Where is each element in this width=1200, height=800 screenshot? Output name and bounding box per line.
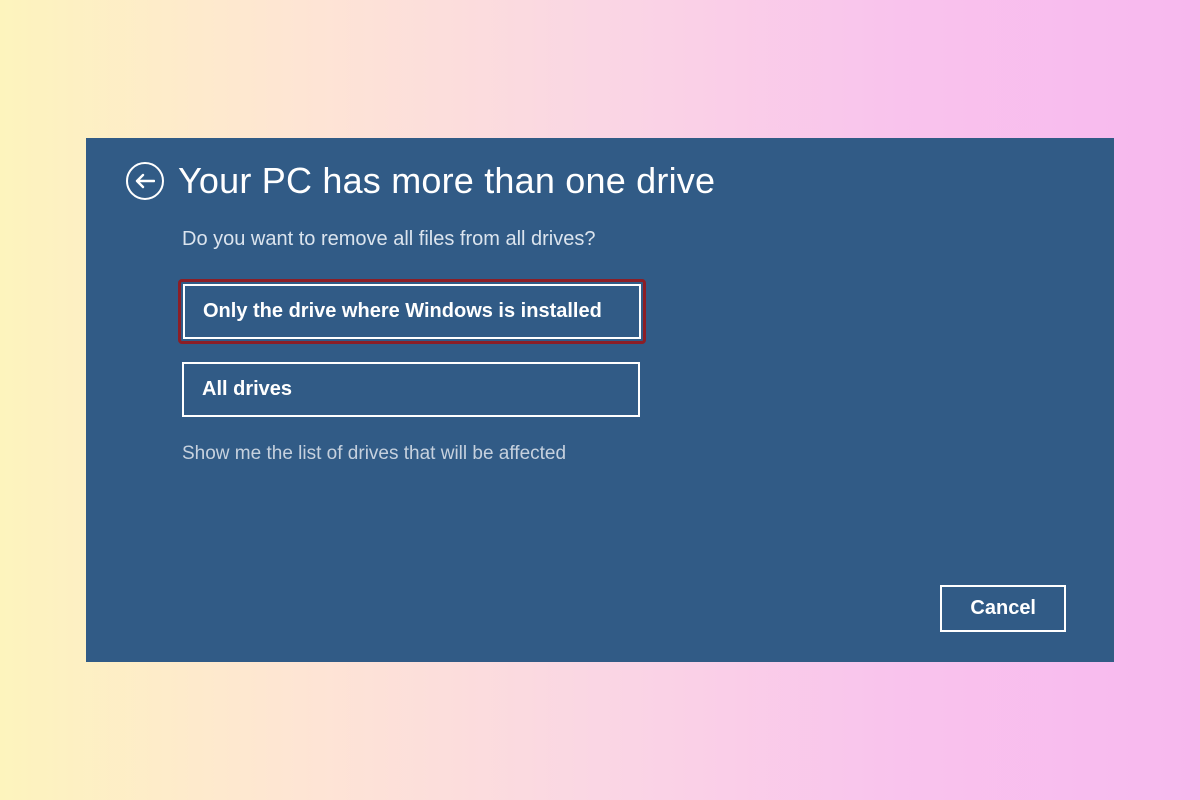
cancel-button[interactable]: Cancel [940,585,1066,632]
show-affected-drives-link[interactable]: Show me the list of drives that will be … [182,443,566,465]
option-only-windows-drive[interactable]: Only the drive where Windows is installe… [183,284,641,339]
reset-pc-drive-selection-dialog: Your PC has more than one drive Do you w… [86,138,1114,662]
back-arrow-icon [135,173,155,189]
dialog-title: Your PC has more than one drive [178,160,715,202]
option-label: All drives [202,378,292,400]
option-highlight-annotation: Only the drive where Windows is installe… [178,279,646,344]
dialog-subtitle: Do you want to remove all files from all… [182,228,1068,251]
dialog-header: Your PC has more than one drive [126,160,1068,202]
option-all-drives[interactable]: All drives [182,362,640,417]
cancel-button-label: Cancel [970,597,1036,619]
back-button[interactable] [126,162,164,200]
option-label: Only the drive where Windows is installe… [203,300,602,322]
